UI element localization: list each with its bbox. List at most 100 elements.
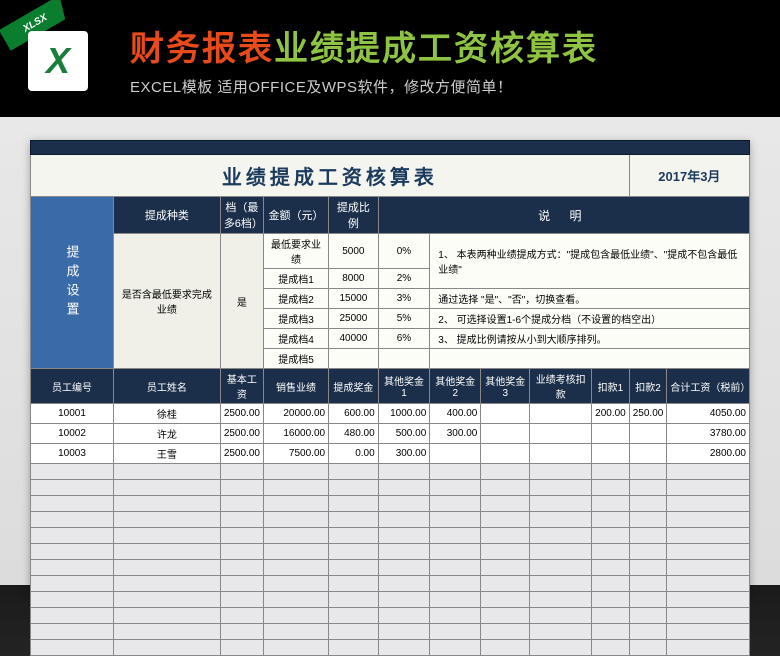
- cell[interactable]: [378, 560, 430, 576]
- table-row[interactable]: [31, 560, 750, 576]
- cell[interactable]: 3780.00: [667, 424, 750, 444]
- cell[interactable]: [263, 560, 328, 576]
- cell[interactable]: [263, 544, 328, 560]
- cell[interactable]: 10002: [31, 424, 114, 444]
- cell[interactable]: [481, 608, 530, 624]
- cell[interactable]: [378, 464, 430, 480]
- cell[interactable]: [530, 576, 592, 592]
- cell[interactable]: [481, 592, 530, 608]
- cell[interactable]: [378, 544, 430, 560]
- table-row[interactable]: [31, 480, 750, 496]
- tier-amount[interactable]: [329, 349, 379, 369]
- cell[interactable]: [629, 444, 667, 464]
- cell[interactable]: [31, 592, 114, 608]
- cell[interactable]: [378, 528, 430, 544]
- cell[interactable]: [114, 496, 221, 512]
- cell[interactable]: [629, 624, 667, 640]
- cell[interactable]: [629, 608, 667, 624]
- cell[interactable]: [667, 544, 750, 560]
- cell[interactable]: 0.00: [329, 444, 379, 464]
- table-row[interactable]: [31, 464, 750, 480]
- cell[interactable]: [481, 480, 530, 496]
- cell[interactable]: [329, 544, 379, 560]
- cell[interactable]: [430, 544, 481, 560]
- cell[interactable]: [329, 624, 379, 640]
- cell[interactable]: [481, 404, 530, 424]
- table-row[interactable]: 10002许龙2500.0016000.00480.00500.00300.00…: [31, 424, 750, 444]
- cell[interactable]: 1000.00: [378, 404, 430, 424]
- cell[interactable]: [629, 480, 667, 496]
- cell[interactable]: [31, 640, 114, 656]
- cell[interactable]: [430, 592, 481, 608]
- cell[interactable]: [31, 496, 114, 512]
- cell[interactable]: [220, 608, 263, 624]
- cell[interactable]: [220, 544, 263, 560]
- cell[interactable]: [530, 640, 592, 656]
- cell[interactable]: [592, 528, 630, 544]
- cell[interactable]: [629, 576, 667, 592]
- cell[interactable]: [629, 544, 667, 560]
- cell[interactable]: [530, 592, 592, 608]
- cell[interactable]: [629, 464, 667, 480]
- cell[interactable]: [31, 464, 114, 480]
- cell[interactable]: [220, 640, 263, 656]
- cell[interactable]: [481, 560, 530, 576]
- cell[interactable]: [592, 480, 630, 496]
- cell[interactable]: [629, 424, 667, 444]
- cell[interactable]: [220, 480, 263, 496]
- cell[interactable]: [481, 444, 530, 464]
- cell[interactable]: [629, 496, 667, 512]
- cell[interactable]: 2500.00: [220, 444, 263, 464]
- table-row[interactable]: [31, 576, 750, 592]
- cell[interactable]: [114, 624, 221, 640]
- cell[interactable]: 480.00: [329, 424, 379, 444]
- cell[interactable]: [114, 608, 221, 624]
- cell[interactable]: [530, 528, 592, 544]
- cell[interactable]: 250.00: [629, 404, 667, 424]
- cell[interactable]: [481, 544, 530, 560]
- cell[interactable]: [31, 528, 114, 544]
- cell[interactable]: 2500.00: [220, 404, 263, 424]
- cell[interactable]: [430, 464, 481, 480]
- cell[interactable]: [667, 576, 750, 592]
- cell[interactable]: [530, 444, 592, 464]
- table-row[interactable]: 10003王雪2500.007500.000.00300.002800.00: [31, 444, 750, 464]
- cell[interactable]: [629, 640, 667, 656]
- cell[interactable]: [592, 464, 630, 480]
- cell[interactable]: 4050.00: [667, 404, 750, 424]
- cell[interactable]: [430, 444, 481, 464]
- cell[interactable]: [329, 512, 379, 528]
- cell[interactable]: 16000.00: [263, 424, 328, 444]
- cell[interactable]: [592, 444, 630, 464]
- cell[interactable]: [263, 608, 328, 624]
- cell[interactable]: 许龙: [114, 424, 221, 444]
- table-row[interactable]: [31, 544, 750, 560]
- cell[interactable]: [114, 640, 221, 656]
- cell[interactable]: 2800.00: [667, 444, 750, 464]
- table-row[interactable]: 10001徐桂2500.0020000.00600.001000.00400.0…: [31, 404, 750, 424]
- tier-ratio[interactable]: 0%: [378, 234, 430, 269]
- cell[interactable]: [530, 560, 592, 576]
- cell[interactable]: [430, 608, 481, 624]
- cell[interactable]: [629, 512, 667, 528]
- cell[interactable]: [430, 560, 481, 576]
- cell[interactable]: [629, 592, 667, 608]
- cell[interactable]: [263, 464, 328, 480]
- table-row[interactable]: [31, 608, 750, 624]
- cell[interactable]: [667, 608, 750, 624]
- cell[interactable]: [378, 640, 430, 656]
- cell[interactable]: [378, 592, 430, 608]
- cell[interactable]: [378, 576, 430, 592]
- cell[interactable]: [31, 608, 114, 624]
- cell[interactable]: [220, 592, 263, 608]
- cell[interactable]: 300.00: [430, 424, 481, 444]
- cell[interactable]: [220, 624, 263, 640]
- cell[interactable]: 400.00: [430, 404, 481, 424]
- cell[interactable]: [592, 496, 630, 512]
- cell[interactable]: [31, 544, 114, 560]
- cell[interactable]: [667, 624, 750, 640]
- cell[interactable]: [263, 640, 328, 656]
- tier-amount[interactable]: 40000: [329, 329, 379, 349]
- cell[interactable]: [481, 640, 530, 656]
- cell[interactable]: [114, 544, 221, 560]
